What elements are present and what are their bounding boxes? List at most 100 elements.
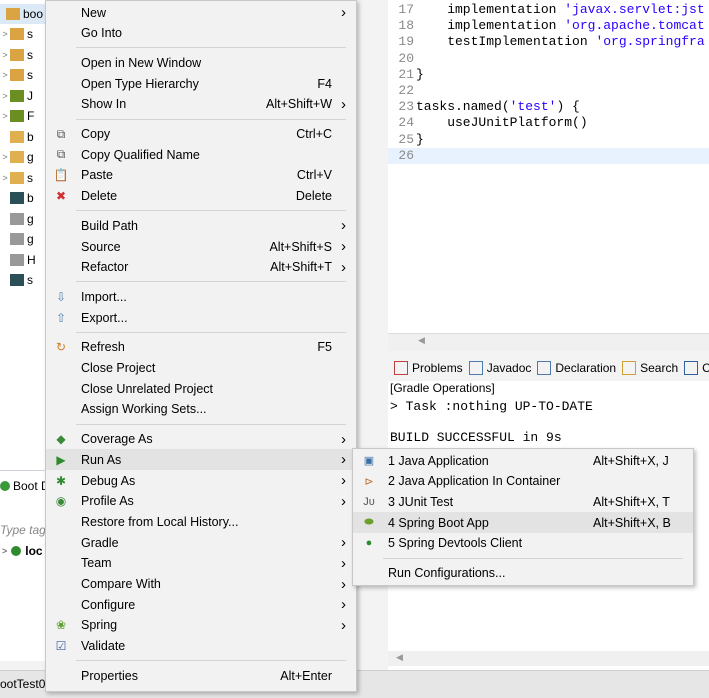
boot-dashboard: Boot D Type tags > loc [0,470,52,661]
tree-item[interactable]: b [0,188,48,208]
console-hscrollbar[interactable]: ◀ [388,651,709,666]
menu-item-refresh[interactable]: ↻ Refresh F5 [46,337,356,358]
submenu-item-4-spring-boot-app[interactable]: ⬬ 4 Spring Boot App Alt+Shift+X, B [353,512,693,534]
tree-item[interactable]: > s [0,65,48,85]
tab-problems[interactable]: Problems [394,361,463,375]
menu-item-go-into[interactable]: Go Into [46,23,356,44]
menu-item-delete[interactable]: ✖ Delete Delete [46,186,356,207]
menu-item-label: Run As [81,452,122,467]
menu-item-refactor[interactable]: Refactor Alt+Shift+T › [46,257,356,278]
code-line[interactable]: 19 testImplementation 'org.springfra [388,34,709,50]
menu-item-restore-from-local-history[interactable]: Restore from Local History... [46,511,356,532]
tree-item[interactable]: s [0,270,48,290]
local-node[interactable]: > loc [2,544,43,558]
line-number: 24 [398,115,414,131]
declaration-icon [537,361,552,375]
menu-item-validate[interactable]: ☑ Validate [46,636,356,657]
menu-item-team[interactable]: Team › [46,553,356,574]
code-line[interactable]: 18 implementation 'org.apache.tomcat [388,18,709,34]
problems-icon [394,361,408,375]
menu-item-open-in-new-window[interactable]: Open in New Window [46,52,356,73]
tree-item-icon [10,89,24,102]
local-label: loc [25,544,43,558]
tree-item-label: g [27,232,34,246]
menu-item-build-path[interactable]: Build Path › [46,215,356,236]
menu-item-configure[interactable]: Configure › [46,594,356,615]
tree-item[interactable]: > J [0,86,48,106]
submenu-item-5-spring-devtools-client[interactable]: ● 5 Spring Devtools Client [353,533,693,554]
editor-hscrollbar[interactable]: ◀ [388,333,709,351]
line-number: 17 [398,2,414,17]
menu-item-shortcut: Delete [295,189,332,204]
menu-item-copy[interactable]: ⧉ Copy Ctrl+C [46,124,356,145]
submenu-arrow-icon: › [341,534,346,552]
menu-item-export[interactable]: ⇧ Export... [46,307,356,328]
menu-item-import[interactable]: ⇩ Import... [46,286,356,307]
tree-item[interactable]: > F [0,106,48,126]
menu-item-assign-working-sets[interactable]: Assign Working Sets... [46,399,356,420]
code-line[interactable]: 22 [388,83,709,99]
menu-item-source[interactable]: Source Alt+Shift+S › [46,236,356,257]
tree-root[interactable]: boo [0,4,48,24]
code-line[interactable]: 23 tasks.named('test') { [388,99,709,115]
java-app-icon: ▣ [363,455,375,467]
expand-chevron-icon[interactable]: > [0,70,10,80]
menu-item-run-as[interactable]: ▶ Run As › [46,449,356,471]
tree-item-label: s [27,68,33,82]
tab-search[interactable]: Search [622,361,678,375]
tree-item[interactable]: > s [0,45,48,65]
submenu-item-shortcut: Alt+Shift+X, T [593,494,670,509]
menu-item-new[interactable]: New › [46,2,356,23]
expand-chevron-icon[interactable]: > [0,111,10,121]
spring-boot-icon: ⬬ [364,516,374,529]
menu-item-properties[interactable]: Properties Alt+Enter [46,665,356,686]
submenu-item-3-junit-test[interactable]: Jᴜ 3 JUnit Test Alt+Shift+X, T [353,491,693,512]
menu-item-paste[interactable]: 📋 Paste Ctrl+V [46,165,356,186]
tab-co[interactable]: Co [684,361,709,375]
menu-item-close-unrelated-project[interactable]: Close Unrelated Project [46,378,356,399]
tree-item-icon [10,110,24,122]
submenu-item-label: 4 Spring Boot App [388,515,489,530]
menu-item-debug-as[interactable]: ✱ Debug As › [46,470,356,491]
tab-javadoc[interactable]: Javadoc [468,361,531,375]
submenu-item-label: 5 Spring Devtools Client [388,536,523,551]
submenu-item-2-java-application-in-container[interactable]: ⊳ 2 Java Application In Container [353,471,693,492]
submenu-item-1-java-application[interactable]: ▣ 1 Java Application Alt+Shift+X, J [353,450,693,471]
submenu-item-run-configurations[interactable]: Run Configurations... [353,563,693,584]
code-line[interactable]: 26 [388,148,709,164]
tree-item[interactable]: g [0,229,48,249]
code-text: } [416,131,424,147]
menu-item-open-type-hierarchy[interactable]: Open Type Hierarchy F4 [46,73,356,94]
code-editor[interactable]: 17 implementation 'javax.servlet:jst 18 i… [388,0,709,351]
expand-chevron-icon[interactable]: > [0,152,10,162]
code-line[interactable]: 21} [388,67,709,83]
menu-item-spring[interactable]: ❀ Spring › [46,615,356,636]
expand-chevron-icon[interactable]: > [0,50,10,60]
expand-chevron-icon[interactable]: > [0,91,10,101]
menu-item-label: Show In [81,97,127,112]
tree-item-icon [10,212,24,225]
menu-item-gradle[interactable]: Gradle › [46,532,356,553]
menu-item-coverage-as[interactable]: ◆ Coverage As › [46,429,356,450]
menu-item-copy-qualified-name[interactable]: ⧉ Copy Qualified Name [46,144,356,165]
code-line[interactable]: 25} [388,132,709,148]
code-line[interactable]: 17 implementation 'javax.servlet:jst [388,2,709,18]
expand-chevron-icon[interactable]: > [0,29,10,39]
code-line[interactable]: 20 [388,51,709,67]
tab-declaration[interactable]: Declaration [537,361,616,375]
tree-item[interactable]: H [0,250,48,270]
menu-item-show-in[interactable]: Show In Alt+Shift+W › [46,94,356,115]
tree-item[interactable]: > s [0,24,48,44]
menu-item-compare-with[interactable]: Compare With › [46,574,356,595]
tree-item[interactable]: b [0,127,48,147]
menu-item-label: Gradle [81,535,119,550]
menu-item-profile-as[interactable]: ◉ Profile As › [46,491,356,512]
submenu-arrow-icon: › [341,472,346,489]
code-line[interactable]: 24 useJUnitPlatform() [388,115,709,131]
submenu-arrow-icon: › [341,596,346,614]
expand-chevron-icon[interactable]: > [0,173,10,183]
tree-item[interactable]: > g [0,147,48,167]
tree-item[interactable]: > s [0,168,48,188]
tree-item[interactable]: g [0,209,48,229]
menu-item-close-project[interactable]: Close Project [46,358,356,379]
